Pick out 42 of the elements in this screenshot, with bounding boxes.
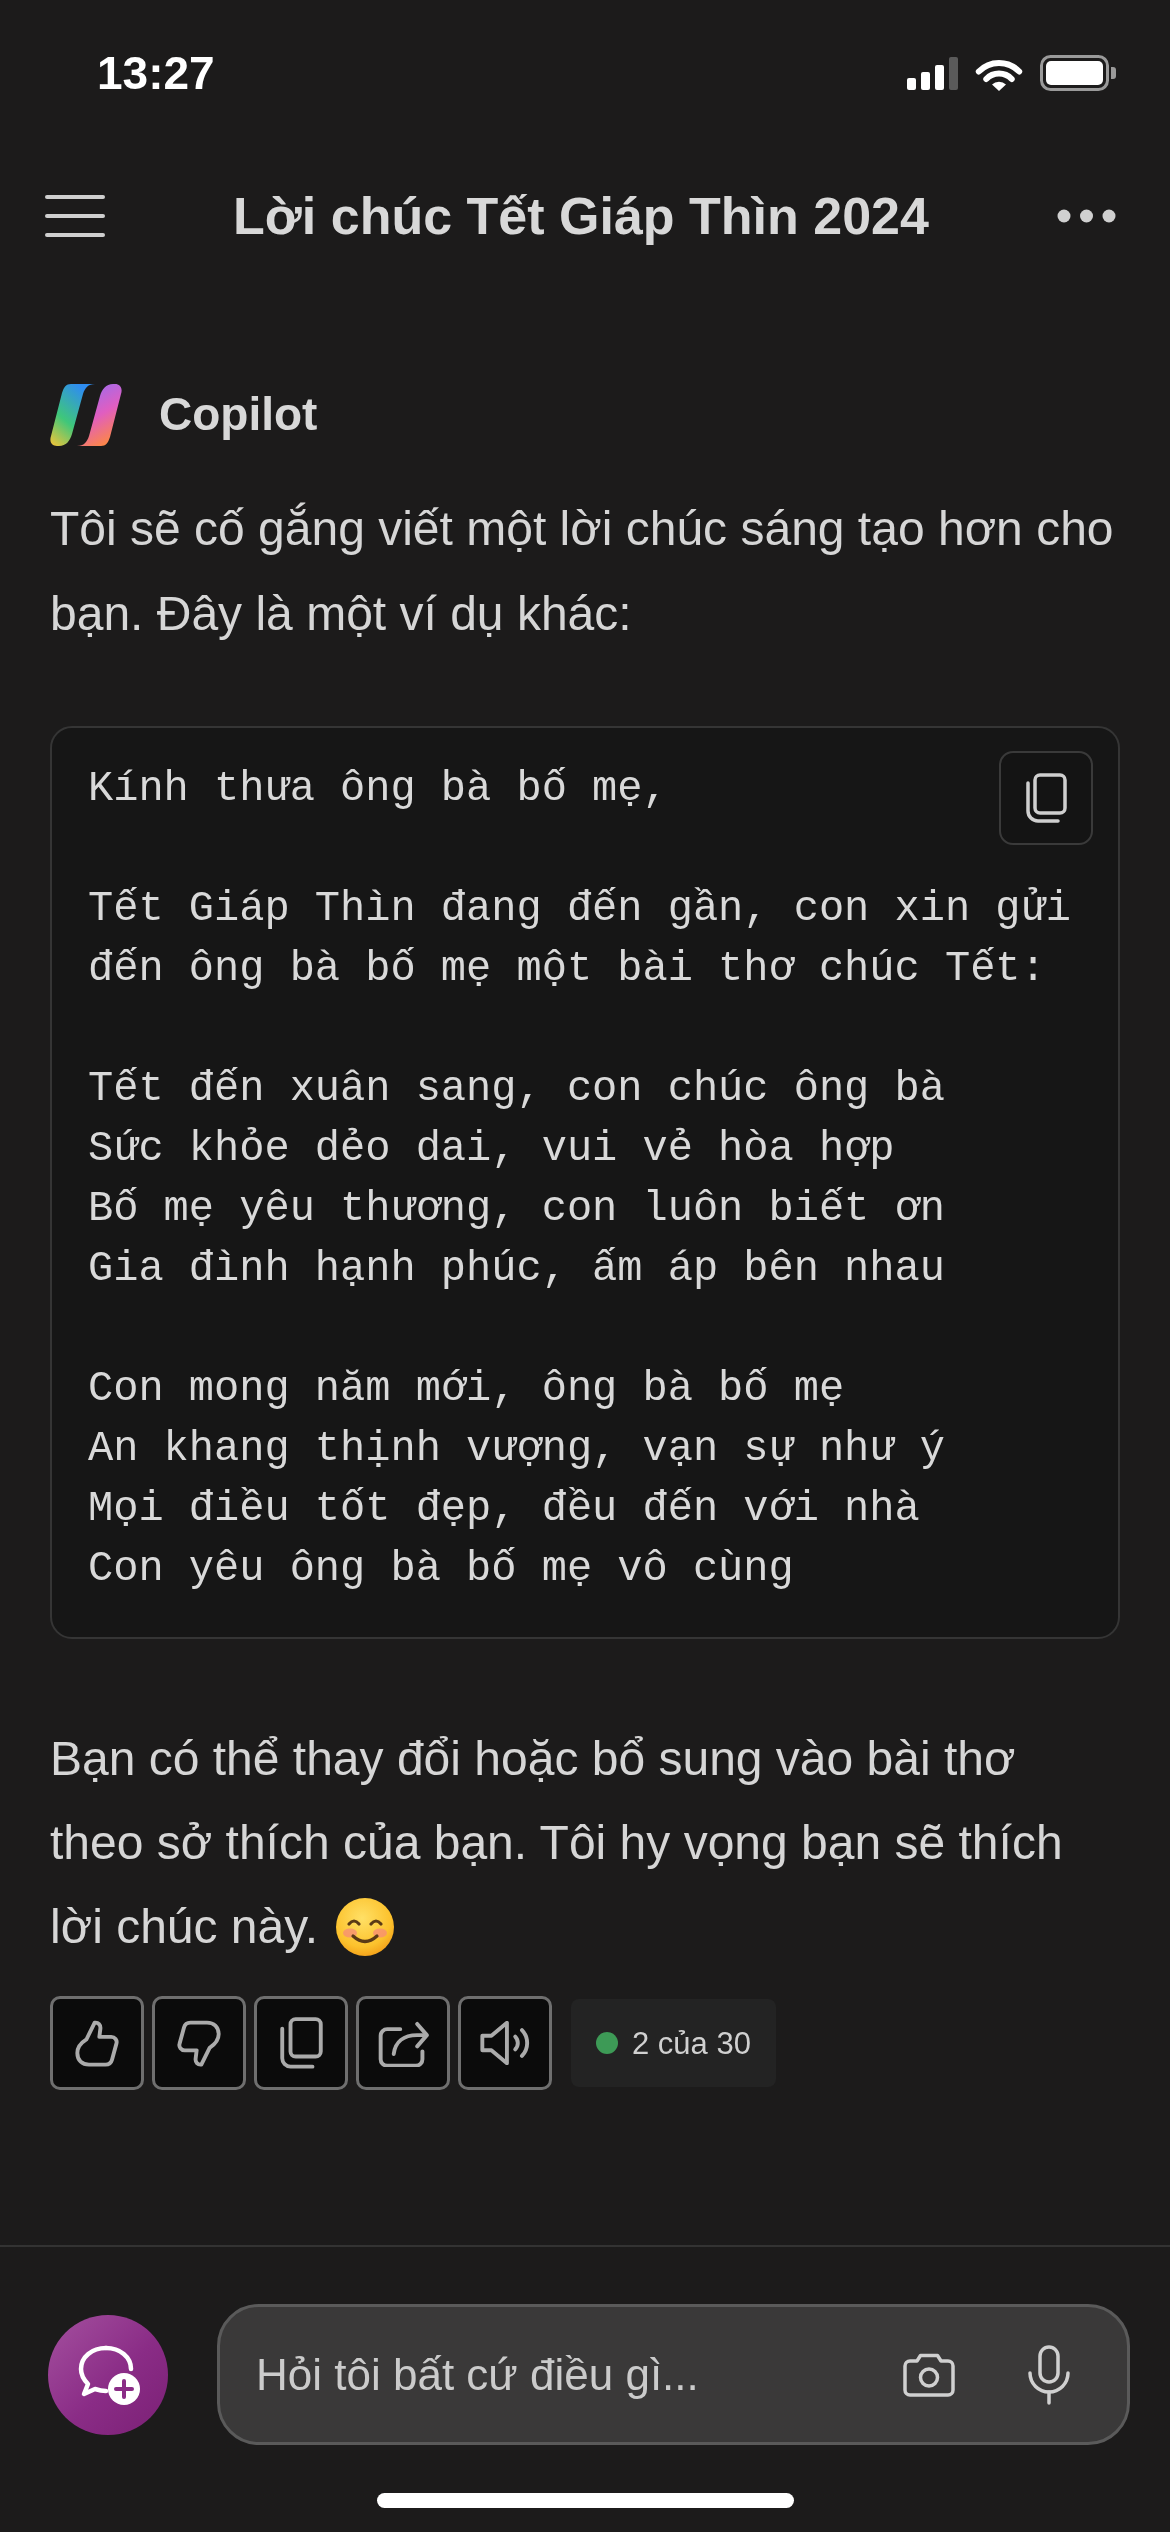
menu-icon[interactable] [45, 195, 105, 237]
share-button[interactable] [356, 1996, 450, 2090]
message-text-line: Bạn có thể thay đổi hoặc bổ sung vào bài thơ [50, 1731, 1016, 1787]
code-line: Mọi điều tốt đẹp, đều đến với nhà [88, 1484, 920, 1535]
code-line: Bố mẹ yêu thương, con luôn biết ơn [88, 1184, 945, 1235]
smiling-face-icon [336, 1898, 395, 1956]
signal-icon [907, 56, 958, 90]
code-line: Kính thưa ông bà bố mẹ, [88, 764, 668, 815]
like-button[interactable] [50, 1996, 144, 2090]
code-line: Con yêu ông bà bố mẹ vô cùng [88, 1544, 794, 1595]
code-line: Con mong năm mới, ông bà bố mẹ [88, 1364, 845, 1415]
logo-icon [50, 383, 122, 447]
thumbs-up-icon [75, 2019, 119, 2067]
turn-count-text: 2 của 30 [632, 2027, 751, 2059]
dislike-button[interactable] [152, 1996, 246, 2090]
copy-code-button[interactable] [999, 751, 1093, 845]
message-input[interactable]: Hỏi tôi bất cứ điều gì... [256, 2334, 831, 2415]
code-line: Gia đình hạnh phúc, ấm áp bên nhau [88, 1244, 945, 1295]
thumbs-down-icon [177, 2019, 221, 2067]
status-time: 13:27 [97, 50, 215, 96]
speaker-icon [479, 2021, 531, 2065]
microphone-icon[interactable] [1027, 2344, 1071, 2405]
share-icon [377, 2019, 429, 2067]
status-dot-icon [596, 2032, 618, 2054]
code-line: Tết đến xuân sang, con chúc ông bà [88, 1064, 945, 1115]
message-text-line: lời chúc này. [50, 1899, 319, 1955]
code-line: Tết Giáp Thìn đang đến gần, con xin gửi [88, 884, 1071, 935]
message-text-line: theo sở thích của bạn. Tôi hy vọng bạn sẽ thích [50, 1815, 1063, 1871]
more-icon[interactable] [1057, 209, 1116, 223]
copy-button[interactable] [254, 1996, 348, 2090]
chat-title: Lời chúc Tết Giáp Thìn 2024 [233, 185, 929, 247]
code-line: An khang thịnh vượng, vạn sự như ý [88, 1424, 945, 1475]
code-line: Sức khỏe dẻo dai, vui vẻ hòa hợp [88, 1124, 895, 1175]
speaker-button[interactable] [458, 1996, 552, 2090]
message-field[interactable]: Hỏi tôi bất cứ điều gì... [217, 2304, 1130, 2445]
copy-icon [1025, 773, 1067, 823]
code-line: đến ông bà bố mẹ một bài thơ chúc Tết: [88, 944, 1046, 995]
camera-icon[interactable] [903, 2352, 955, 2397]
sender-name: Copilot [159, 387, 318, 443]
battery-icon [1040, 55, 1116, 91]
message-text: Tôi sẽ cố gắng viết một lời chúc sáng tạo hơn cho bạn. Đây là một ví dụ khác: [50, 501, 1115, 642]
copy-icon [279, 2016, 323, 2070]
